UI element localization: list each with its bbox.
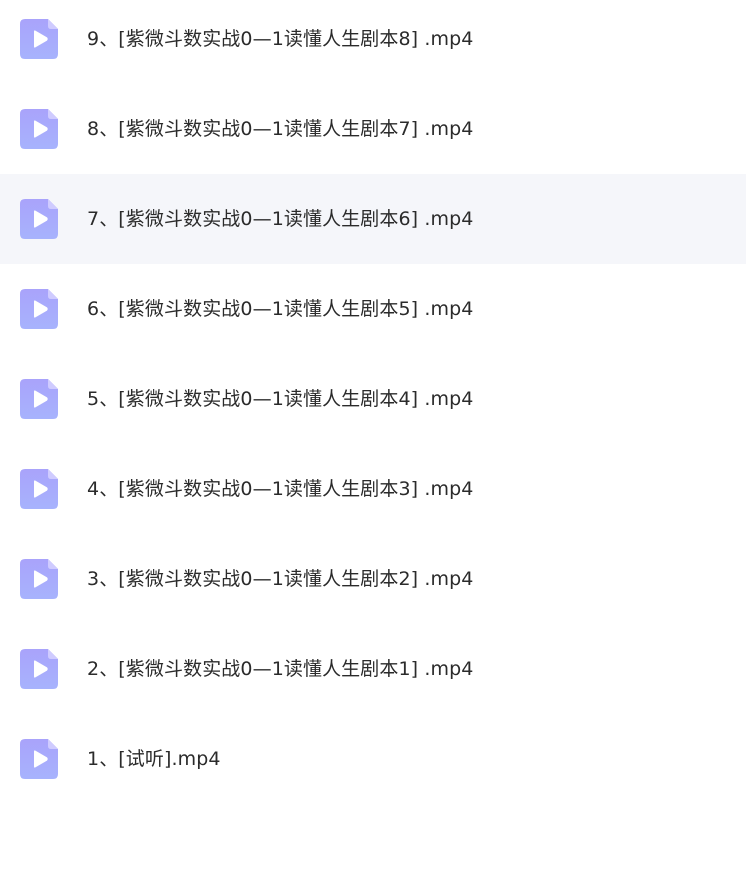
video-file-icon	[20, 379, 58, 419]
video-file-icon-graphic	[20, 469, 58, 509]
file-name: 8、[紫微斗数实战0—1读懂人生剧本7] .mp4	[87, 118, 474, 140]
video-file-icon	[20, 109, 58, 149]
file-corner-fold	[48, 109, 58, 119]
file-name: 5、[紫微斗数实战0—1读懂人生剧本4] .mp4	[87, 388, 474, 410]
video-file-icon	[20, 739, 58, 779]
file-row[interactable]: 3、[紫微斗数实战0—1读懂人生剧本2] .mp4	[0, 534, 746, 624]
file-row[interactable]: 8、[紫微斗数实战0—1读懂人生剧本7] .mp4	[0, 84, 746, 174]
file-corner-fold	[48, 289, 58, 299]
file-name: 9、[紫微斗数实战0—1读懂人生剧本8] .mp4	[87, 28, 474, 50]
file-row[interactable]: 7、[紫微斗数实战0—1读懂人生剧本6] .mp4	[0, 174, 746, 264]
video-file-icon	[20, 199, 58, 239]
video-file-icon-graphic	[20, 109, 58, 149]
file-corner-fold	[48, 559, 58, 569]
video-file-icon-graphic	[20, 289, 58, 329]
file-row[interactable]: 2、[紫微斗数实战0—1读懂人生剧本1] .mp4	[0, 624, 746, 714]
file-name: 2、[紫微斗数实战0—1读懂人生剧本1] .mp4	[87, 658, 474, 680]
video-file-icon-graphic	[20, 19, 58, 59]
video-file-icon	[20, 469, 58, 509]
video-file-icon	[20, 19, 58, 59]
file-name: 3、[紫微斗数实战0—1读懂人生剧本2] .mp4	[87, 568, 474, 590]
file-row[interactable]: 1、[试听].mp4	[0, 714, 746, 804]
file-corner-fold	[48, 379, 58, 389]
file-row[interactable]: 5、[紫微斗数实战0—1读懂人生剧本4] .mp4	[0, 354, 746, 444]
file-row[interactable]: 6、[紫微斗数实战0—1读懂人生剧本5] .mp4	[0, 264, 746, 354]
video-file-icon	[20, 649, 58, 689]
video-file-icon-graphic	[20, 739, 58, 779]
file-name: 1、[试听].mp4	[87, 748, 221, 770]
file-corner-fold	[48, 469, 58, 479]
file-row[interactable]: 9、[紫微斗数实战0—1读懂人生剧本8] .mp4	[0, 0, 746, 84]
video-file-icon	[20, 559, 58, 599]
video-file-icon-graphic	[20, 559, 58, 599]
video-file-icon-graphic	[20, 379, 58, 419]
video-file-icon-graphic	[20, 649, 58, 689]
video-file-icon	[20, 289, 58, 329]
video-file-icon-graphic	[20, 199, 58, 239]
file-name: 7、[紫微斗数实战0—1读懂人生剧本6] .mp4	[87, 208, 474, 230]
file-row[interactable]: 4、[紫微斗数实战0—1读懂人生剧本3] .mp4	[0, 444, 746, 534]
file-name: 4、[紫微斗数实战0—1读懂人生剧本3] .mp4	[87, 478, 474, 500]
file-name: 6、[紫微斗数实战0—1读懂人生剧本5] .mp4	[87, 298, 474, 320]
file-corner-fold	[48, 199, 58, 209]
file-corner-fold	[48, 19, 58, 29]
file-corner-fold	[48, 649, 58, 659]
file-corner-fold	[48, 739, 58, 749]
file-list: 9、[紫微斗数实战0—1读懂人生剧本8] .mp4 8、[紫微斗数实战0—1读懂…	[0, 0, 746, 804]
